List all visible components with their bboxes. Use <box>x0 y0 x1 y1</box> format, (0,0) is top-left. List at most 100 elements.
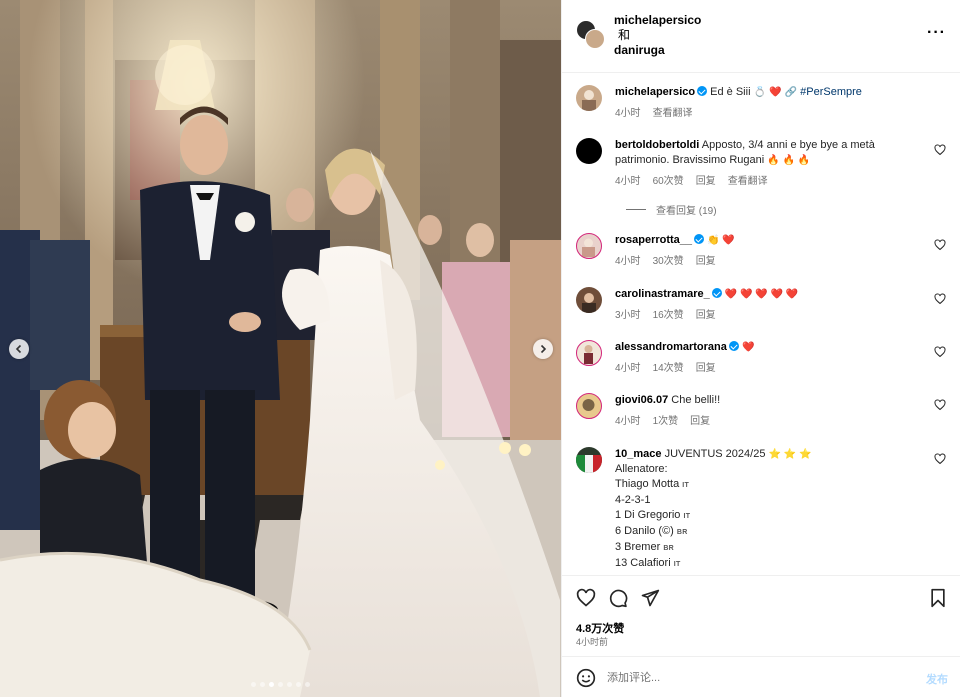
comment-likes[interactable]: 30次赞 <box>653 254 684 269</box>
reply-button[interactable]: 回复 <box>696 308 716 323</box>
author-username[interactable]: michelapersico <box>614 13 701 27</box>
avatar-image <box>582 293 596 313</box>
comment-time: 3小时 <box>615 310 641 321</box>
collaborator-username[interactable]: daniruga <box>614 43 665 57</box>
reply-button[interactable]: 回复 <box>690 414 710 429</box>
likes-count[interactable]: 4.8万次赞 <box>576 620 624 636</box>
avatar-image <box>582 399 595 411</box>
comment-emoji: 👏 ❤️ <box>707 235 735 246</box>
heart-emoji: ❤️ <box>769 87 782 98</box>
flag-icon: IT <box>683 513 691 520</box>
emoji-icon[interactable] <box>576 668 596 688</box>
comment-item: giovi06.07 Che belli!! 4小时 1次赞 回复 <box>576 393 946 429</box>
replies-divider <box>626 209 646 210</box>
like-comment-heart-icon[interactable] <box>934 399 946 411</box>
avatar[interactable] <box>576 447 602 473</box>
verified-icon <box>728 341 739 351</box>
lineup-line: 6 Danilo (©) BR <box>615 525 688 537</box>
reply-button[interactable]: 回复 <box>696 361 716 376</box>
like-comment-heart-icon[interactable] <box>934 144 946 156</box>
avatar-image <box>582 238 595 257</box>
comment-input[interactable] <box>607 668 907 688</box>
flag-icon: IT <box>673 561 681 568</box>
comment-item: bertoldobertoldi Apposto, 3/4 anni e bye… <box>576 138 946 189</box>
comment-item: 10_mace JUVENTUS 2024/25 ⭐ ⭐ ⭐ Allenator… <box>576 447 946 572</box>
lineup-line: 13 Calafiori IT <box>615 557 681 569</box>
comment-time: 4小时 <box>615 363 641 374</box>
avatar[interactable] <box>576 340 602 366</box>
lineup-line: Thiago Motta IT <box>615 478 690 490</box>
caption-text: Ed è Siii <box>710 86 751 98</box>
comment-username[interactable]: alessandromartorana <box>615 341 727 353</box>
fire-emoji: 🔥 🔥 🔥 <box>767 155 811 166</box>
comment-username[interactable]: giovi06.07 <box>615 394 668 406</box>
flag-icon: BR <box>676 529 688 536</box>
wedding-photo <box>0 0 561 697</box>
comment-time: 4小时 <box>615 416 641 427</box>
avatar[interactable] <box>576 287 602 313</box>
comment-username[interactable]: carolinastramare_ <box>615 288 710 300</box>
comment-emoji: ❤️ ❤️ ❤️ ❤️ ❤️ <box>724 289 799 300</box>
heart-icon[interactable] <box>576 588 596 608</box>
more-options-button[interactable]: ··· <box>927 24 946 42</box>
like-comment-heart-icon[interactable] <box>934 453 946 465</box>
more-icon: ··· <box>927 24 946 41</box>
view-replies-label: 查看回复 (19) <box>656 206 717 217</box>
avatar[interactable] <box>576 393 602 419</box>
post-side-panel: michelapersico 和 daniruga ··· michelaper… <box>561 0 960 697</box>
like-comment-heart-icon[interactable] <box>934 293 946 305</box>
reply-button[interactable]: 回复 <box>696 174 716 189</box>
lineup-line: 3 Bremer BR <box>615 541 675 553</box>
like-comment-heart-icon[interactable] <box>934 346 946 358</box>
verified-icon <box>694 234 705 244</box>
previous-photo-button[interactable] <box>9 339 29 359</box>
collab-avatars[interactable] <box>576 20 605 49</box>
flag-icon: BR <box>663 545 675 552</box>
avatar[interactable] <box>576 85 602 111</box>
verified-icon <box>697 86 708 96</box>
verified-icon <box>711 288 722 298</box>
comment-likes[interactable]: 16次赞 <box>653 308 684 323</box>
carousel-dot <box>305 682 310 687</box>
see-translation-link[interactable]: 查看翻译 <box>728 174 768 189</box>
lineup-line: Allenatore: <box>615 463 668 475</box>
instagram-post: michelapersico 和 daniruga ··· michelaper… <box>0 0 960 697</box>
carousel-dot <box>260 682 265 687</box>
comments-list[interactable]: michelapersico Ed è Siii 💍 ❤️ 🔗 #PerSemp… <box>562 73 960 575</box>
comment-text: JUVENTUS 2024/25 <box>664 448 766 460</box>
hashtag-link[interactable]: #PerSempre <box>800 86 862 98</box>
chevron-right-icon <box>540 344 547 354</box>
comment-emoji: ❤️ <box>741 342 755 353</box>
carousel-dot-active <box>269 682 274 687</box>
lineup-line: 4-2-3-1 <box>615 494 651 506</box>
carousel-dot <box>287 682 292 687</box>
comment-likes[interactable]: 60次赞 <box>653 174 684 189</box>
post-comment-button[interactable]: 发布 <box>926 671 948 687</box>
flag-icon: IT <box>682 482 690 489</box>
like-comment-heart-icon[interactable] <box>934 239 946 251</box>
comment-username[interactable]: 10_mace <box>615 448 662 460</box>
avatar-image <box>584 345 593 364</box>
comment-icon[interactable] <box>608 588 628 608</box>
post-photo[interactable] <box>0 0 561 697</box>
carousel-dot <box>296 682 301 687</box>
avatar[interactable] <box>576 138 602 164</box>
avatar[interactable] <box>576 233 602 259</box>
bookmark-icon[interactable] <box>928 588 948 608</box>
comment-item: alessandromartorana ❤️ 4小时 14次赞 回复 <box>576 340 946 376</box>
comment-likes[interactable]: 14次赞 <box>653 361 684 376</box>
next-photo-button[interactable] <box>533 339 553 359</box>
comment-username[interactable]: rosaperrotta__ <box>615 234 692 246</box>
comment-likes[interactable]: 1次赞 <box>653 414 679 429</box>
caption: michelapersico Ed è Siii 💍 ❤️ 🔗 #PerSemp… <box>576 85 946 121</box>
carousel-indicator <box>0 682 561 687</box>
share-icon[interactable] <box>640 588 660 608</box>
reply-button[interactable]: 回复 <box>696 254 716 269</box>
carousel-dot <box>251 682 256 687</box>
comment-username[interactable]: bertoldobertoldi <box>615 139 699 151</box>
avatar-image <box>582 90 596 111</box>
see-translation-link[interactable]: 查看翻译 <box>653 106 693 121</box>
post-actions: 4.8万次赞 4小时前 <box>562 575 960 647</box>
view-replies-button[interactable]: 查看回复 (19) <box>626 202 717 217</box>
comment-username[interactable]: michelapersico <box>615 86 695 98</box>
